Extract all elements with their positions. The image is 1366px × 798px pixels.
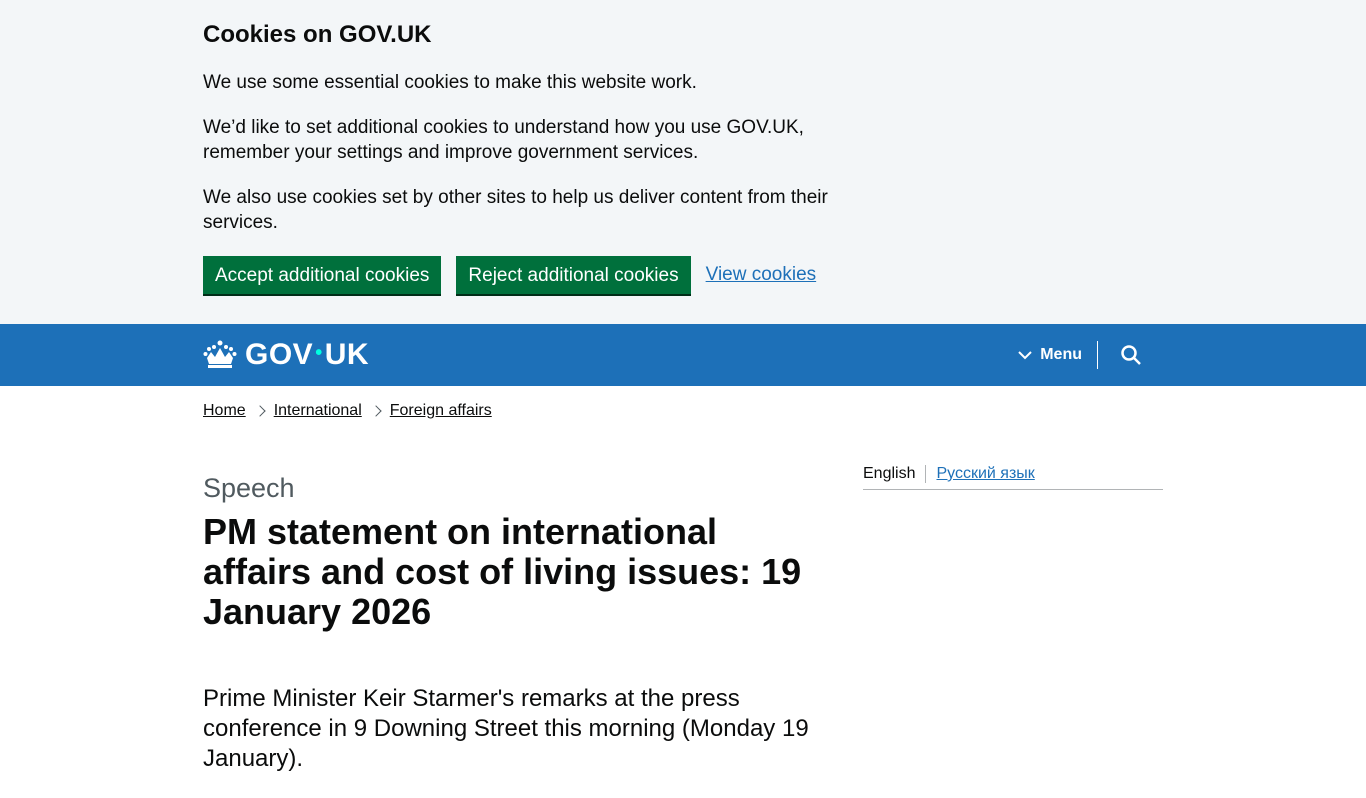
crown-icon xyxy=(203,340,237,368)
page-title: PM statement on international affairs an… xyxy=(203,511,802,632)
cookie-actions: Accept additional cookies Reject additio… xyxy=(203,256,1163,294)
breadcrumb: Home International Foreign affairs xyxy=(203,402,1163,420)
cookie-text-essential: We use some essential cookies to make th… xyxy=(203,72,697,93)
cookie-banner-title: Cookies on GOV.UK xyxy=(203,21,432,48)
search-icon[interactable] xyxy=(1119,343,1143,367)
cookie-text-third-party: We also use cookies set by other sites t… xyxy=(203,187,828,233)
view-cookies-link[interactable]: View cookies xyxy=(706,264,817,286)
chevron-down-icon xyxy=(1018,350,1032,359)
page-caption: Speech xyxy=(203,473,295,503)
logo-dot: • xyxy=(315,341,323,364)
breadcrumb-foreign-affairs[interactable]: Foreign affairs xyxy=(390,402,492,420)
menu-label: Menu xyxy=(1040,346,1082,363)
logo-text-gov: GOV xyxy=(245,338,314,371)
sidebar-column: English Русский язык xyxy=(863,465,1163,798)
header-controls: Menu xyxy=(1018,341,1163,369)
cookie-text-additional: We’d like to set additional cookies to u… xyxy=(203,117,804,163)
reject-cookies-button[interactable]: Reject additional cookies xyxy=(456,256,691,294)
chevron-right-icon xyxy=(370,405,382,417)
main-content: Speech PM statement on international aff… xyxy=(203,465,1163,798)
language-link-russian[interactable]: Русский язык xyxy=(926,465,1034,483)
breadcrumb-home[interactable]: Home xyxy=(203,402,246,420)
site-header: GOV • UK Menu xyxy=(0,324,1366,386)
logo-text-uk: UK xyxy=(324,338,370,371)
cookie-banner: Cookies on GOV.UK We use some essential … xyxy=(0,0,1366,324)
language-switcher: English Русский язык xyxy=(863,465,1163,490)
govuk-logo-link[interactable]: GOV • UK xyxy=(203,338,369,372)
breadcrumb-international[interactable]: International xyxy=(274,402,362,420)
chevron-right-icon xyxy=(254,405,266,417)
menu-button[interactable]: Menu xyxy=(1018,341,1098,369)
page-lead: Prime Minister Keir Starmer's remarks at… xyxy=(203,685,809,772)
accept-cookies-button[interactable]: Accept additional cookies xyxy=(203,256,442,294)
language-current: English xyxy=(863,465,927,483)
content-column: Speech PM statement on international aff… xyxy=(203,473,823,798)
